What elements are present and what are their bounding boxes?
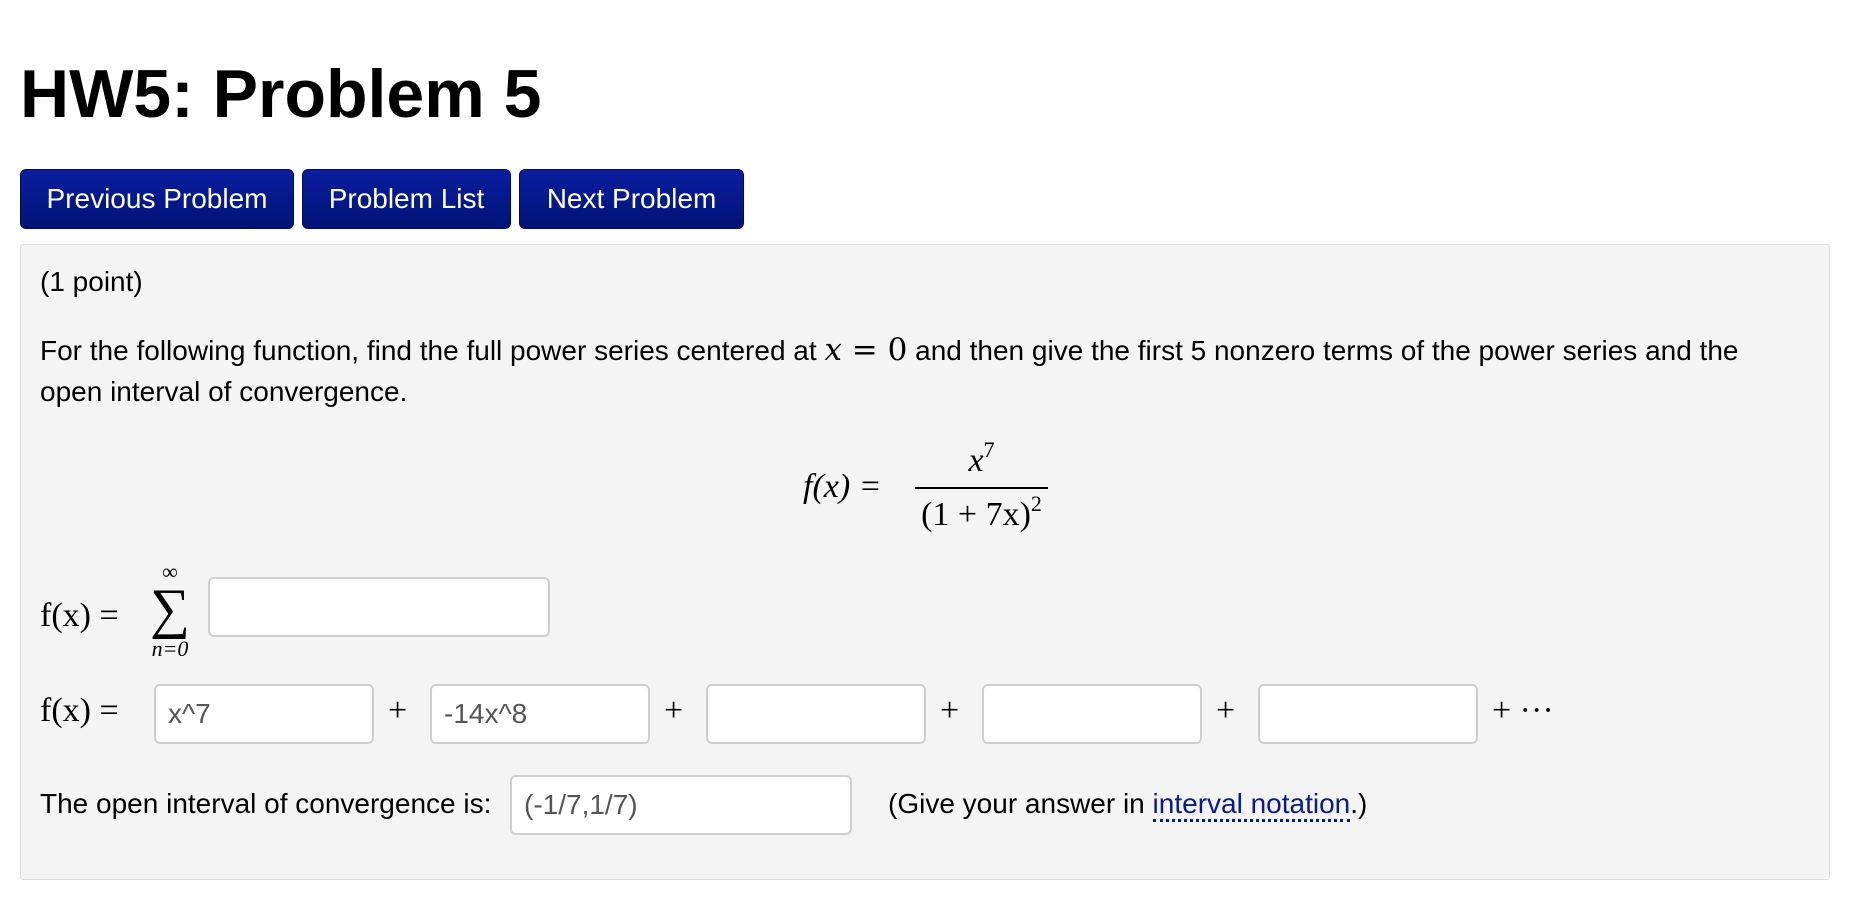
plus-sign: + — [388, 692, 408, 729]
fraction-denominator: (1 + 7x)2 — [915, 491, 1048, 534]
hint-text-before: (Give your answer in — [888, 788, 1153, 819]
term-4-input[interactable] — [982, 684, 1202, 744]
interval-hint: (Give your answer in interval notation.) — [888, 787, 1368, 822]
previous-problem-button[interactable]: Previous Problem — [20, 169, 294, 229]
prompt-variable: x — [824, 332, 842, 368]
prompt-center-value: 0 — [887, 332, 908, 368]
fraction-numerator: x7 — [915, 437, 1048, 480]
next-problem-button[interactable]: Next Problem — [519, 169, 744, 229]
summation-symbol: ∞ ∑ n=0 — [147, 561, 193, 661]
numerator-exponent: 7 — [983, 437, 995, 462]
page: HW5: Problem 5 Previous Problem Problem … — [0, 0, 1851, 900]
prompt-equals: = — [841, 332, 888, 368]
function-lhs: f(x) = — [803, 468, 882, 505]
page-title: HW5: Problem 5 — [20, 56, 542, 132]
interval-label: The open interval of convergence is: — [40, 788, 492, 819]
function-definition: f(x) = x7 (1 + 7x)2 — [803, 435, 1083, 535]
problem-panel: (1 point) For the following function, fi… — [20, 244, 1830, 880]
hint-text-after: .) — [1350, 788, 1368, 819]
function-fraction: x7 (1 + 7x)2 — [915, 435, 1048, 535]
plus-sign: + — [940, 692, 960, 729]
plus-sign: + — [664, 692, 684, 729]
interval-notation-link[interactable]: interval notation — [1152, 788, 1351, 822]
sigma-icon: ∑ — [150, 578, 190, 640]
plus-sign: + — [1216, 692, 1236, 729]
interval-input[interactable] — [510, 775, 852, 835]
problem-list-button[interactable]: Problem List — [302, 169, 511, 229]
prompt-text-before: For the following function, find the ful… — [40, 335, 825, 366]
series-tail: + ··· — [1492, 692, 1554, 729]
term-5-input[interactable] — [1258, 684, 1478, 744]
problem-points: (1 point) — [40, 266, 143, 297]
interval-row: The open interval of convergence is: (Gi… — [40, 775, 1740, 837]
terms-lhs: f(x) = — [40, 692, 119, 729]
problem-prompt: For the following function, find the ful… — [40, 330, 1800, 412]
term-1-input[interactable] — [154, 684, 374, 744]
denominator-base: (1 + 7x) — [921, 496, 1031, 533]
numerator-base: x — [968, 442, 984, 479]
series-general-term-input[interactable] — [208, 577, 550, 637]
problem-navigation: Previous Problem Problem List Next Probl… — [20, 169, 752, 229]
summation-lower-limit: n=0 — [151, 636, 189, 661]
series-lhs: f(x) = — [40, 597, 119, 634]
denominator-exponent: 2 — [1030, 491, 1042, 516]
terms-row: f(x) = + + + + + ··· — [40, 684, 1640, 746]
term-3-input[interactable] — [706, 684, 926, 744]
term-2-input[interactable] — [430, 684, 650, 744]
fraction-bar — [915, 487, 1048, 489]
